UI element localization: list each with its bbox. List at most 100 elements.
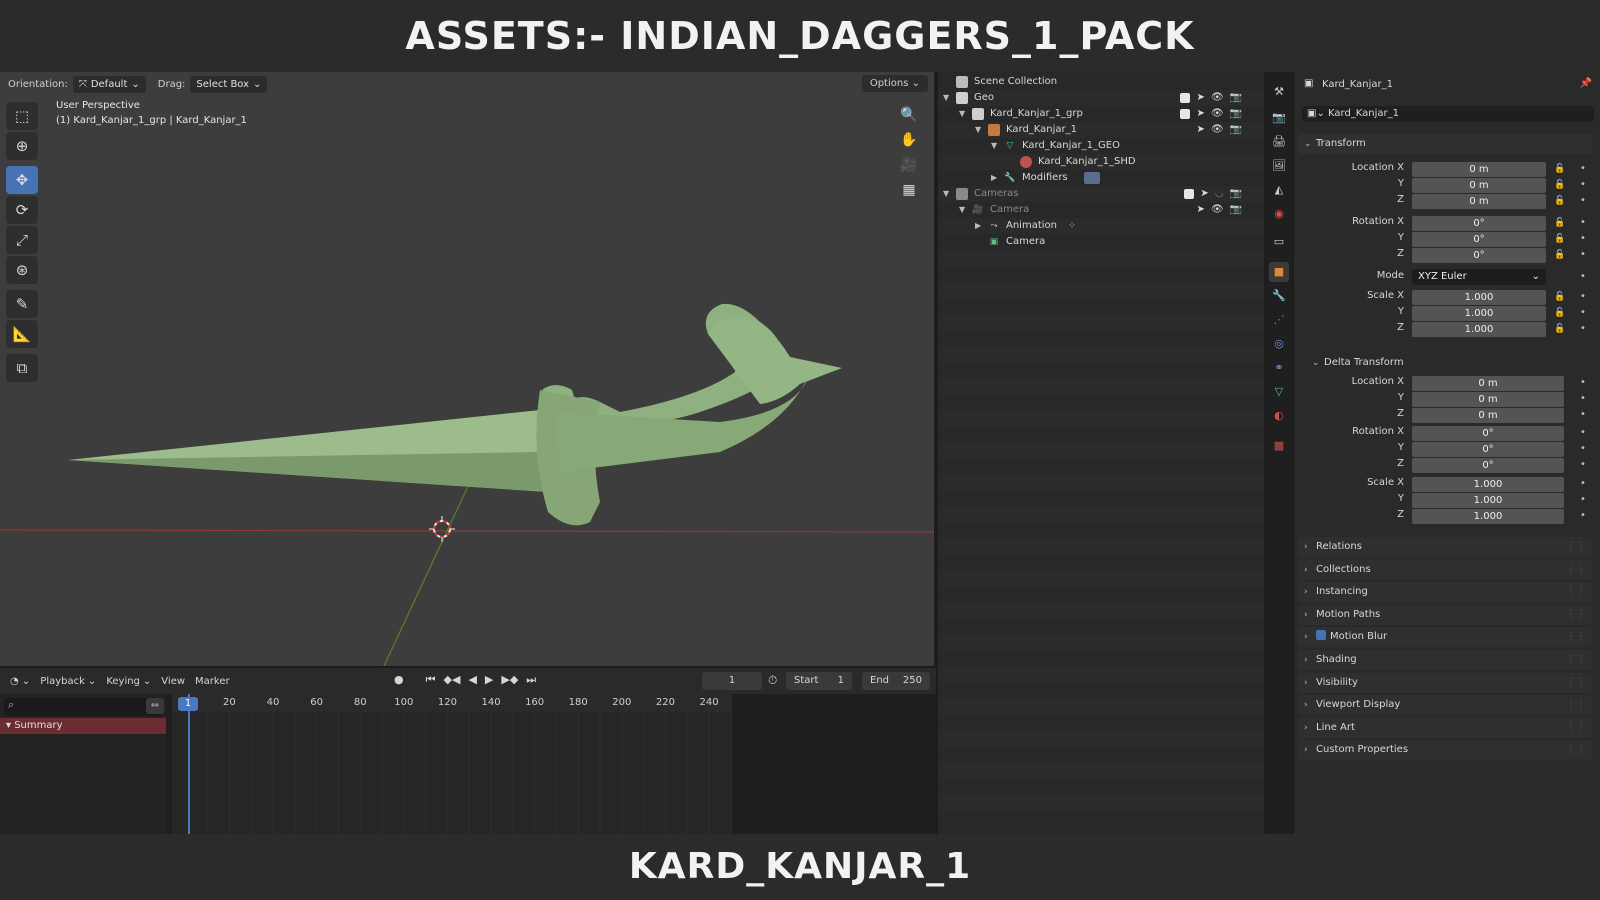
scale-z-field[interactable]: 1.000 bbox=[1412, 322, 1546, 337]
keyframe-dot-icon[interactable]: • bbox=[1580, 443, 1586, 454]
delta-transform-header[interactable]: ⌄ Delta Transform bbox=[1308, 354, 1592, 372]
object-name-field[interactable]: ▣⌄ Kard_Kanjar_1 bbox=[1302, 106, 1594, 122]
collection-tab-icon[interactable]: ▭ bbox=[1269, 232, 1289, 252]
motion-blur-checkbox[interactable] bbox=[1316, 630, 1326, 641]
delta-scale-z-field[interactable]: 1.000 bbox=[1412, 509, 1564, 524]
lock-icon[interactable]: 🔓 bbox=[1554, 234, 1565, 244]
data-tab-icon[interactable]: ▽ bbox=[1269, 382, 1289, 402]
measure-icon[interactable]: 📐 bbox=[6, 320, 38, 348]
material-tab-icon[interactable]: ◐ bbox=[1269, 406, 1289, 426]
keyframe-dot-icon[interactable]: • bbox=[1580, 233, 1586, 244]
current-frame-field[interactable]: 1 bbox=[702, 672, 762, 690]
drag-handle-icon[interactable]: ⋮⋮ bbox=[1566, 718, 1586, 738]
render-tab-icon[interactable]: 📷 bbox=[1269, 108, 1289, 128]
location-z-field[interactable]: 0 m bbox=[1412, 194, 1546, 209]
3d-viewport[interactable]: Orientation: ⤧ Default ⌄ Drag: Select Box ⌄… bbox=[0, 72, 936, 666]
select-arrow-icon[interactable]: ➤ bbox=[1196, 90, 1204, 106]
lock-icon[interactable]: 🔓 bbox=[1554, 292, 1565, 302]
drag-handle-icon[interactable]: ⋮⋮ bbox=[1566, 695, 1586, 715]
lock-icon[interactable]: 🔓 bbox=[1554, 324, 1565, 334]
output-tab-icon[interactable]: 🖨 bbox=[1269, 132, 1289, 152]
drag-handle-icon[interactable]: ⋮⋮ bbox=[1566, 605, 1586, 625]
delta-location-z-field[interactable]: 0 m bbox=[1412, 408, 1564, 423]
select-arrow-icon[interactable]: ➤ bbox=[1196, 122, 1204, 138]
view-menu[interactable]: View bbox=[161, 676, 185, 687]
outliner-row-geo[interactable]: ▼ Geo ➤ 👁 📷 bbox=[938, 90, 1264, 106]
prev-keyframe-icon[interactable]: ◆◀ bbox=[444, 673, 461, 687]
scene-tab-icon[interactable]: ◭ bbox=[1269, 180, 1289, 200]
eye-icon[interactable]: 👁 bbox=[1211, 122, 1224, 138]
keyframe-dot-icon[interactable]: • bbox=[1580, 323, 1586, 334]
transform-panel-header[interactable]: ⌄ Transform bbox=[1298, 134, 1592, 154]
record-icon[interactable]: ● bbox=[394, 673, 404, 687]
particles-tab-icon[interactable]: ⋰ bbox=[1269, 310, 1289, 330]
keyframe-dot-icon[interactable]: • bbox=[1580, 195, 1586, 206]
zoom-icon[interactable]: 🔍 bbox=[898, 104, 920, 126]
keyframe-dot-icon[interactable]: • bbox=[1580, 179, 1586, 190]
outliner-row-modifiers[interactable]: ▶ 🔧 Modifiers bbox=[938, 170, 1264, 186]
keyframe-dot-icon[interactable]: • bbox=[1580, 427, 1586, 438]
outliner-row-camera-data[interactable]: ▣ Camera bbox=[938, 234, 1264, 250]
delta-location-y-field[interactable]: 0 m bbox=[1412, 392, 1564, 407]
lock-icon[interactable]: 🔓 bbox=[1554, 164, 1565, 174]
options-dropdown[interactable]: Options ⌄ bbox=[861, 75, 928, 92]
keyframe-dot-icon[interactable]: • bbox=[1580, 271, 1586, 282]
render-camera-icon[interactable]: 📷 bbox=[1230, 122, 1242, 138]
location-y-field[interactable]: 0 m bbox=[1412, 178, 1546, 193]
frame-ruler[interactable]: 20 40 60 80 100 120 140 160 180 200 220 240 bbox=[172, 694, 732, 712]
keyframe-dot-icon[interactable]: • bbox=[1580, 510, 1586, 521]
drag-handle-icon[interactable]: ⋮⋮ bbox=[1566, 537, 1586, 557]
render-camera-icon[interactable]: 📷 bbox=[1230, 106, 1242, 122]
orientation-dropdown[interactable]: ⤧ Default ⌄ bbox=[72, 75, 146, 93]
scale-x-field[interactable]: 1.000 bbox=[1412, 290, 1546, 305]
delta-rotation-x-field[interactable]: 0° bbox=[1412, 426, 1564, 441]
stopwatch-icon[interactable]: ⏱ bbox=[768, 673, 777, 688]
play-reverse-icon[interactable]: ◀ bbox=[468, 673, 476, 687]
move-icon[interactable]: ✥ bbox=[6, 166, 38, 194]
channel-search-input[interactable]: ⌕ ⇔ bbox=[4, 698, 164, 716]
tool-tab-icon[interactable]: ⚒ bbox=[1269, 82, 1289, 102]
delta-scale-x-field[interactable]: 1.000 bbox=[1412, 477, 1564, 492]
keyframe-dot-icon[interactable]: • bbox=[1580, 393, 1586, 404]
drag-handle-icon[interactable]: ⋮⋮ bbox=[1566, 582, 1586, 602]
object-tab-icon[interactable]: ■ bbox=[1269, 262, 1289, 282]
panel-custom-properties[interactable]: › Custom Properties ⋮⋮ bbox=[1298, 740, 1592, 761]
panel-shading[interactable]: › Shading ⋮⋮ bbox=[1298, 650, 1592, 670]
texture-tab-icon[interactable]: ▩ bbox=[1269, 436, 1289, 456]
select-arrow-icon[interactable]: ➤ bbox=[1200, 186, 1208, 202]
scale-y-field[interactable]: 1.000 bbox=[1412, 306, 1546, 321]
grid-view-icon[interactable]: ▦ bbox=[898, 179, 920, 201]
checkbox-icon[interactable] bbox=[1180, 109, 1191, 119]
rotation-y-field[interactable]: 0° bbox=[1412, 232, 1546, 247]
next-keyframe-icon[interactable]: ▶◆ bbox=[501, 673, 518, 687]
lock-icon[interactable]: 🔓 bbox=[1554, 180, 1565, 190]
playhead[interactable] bbox=[188, 694, 190, 834]
playhead-label[interactable]: 1 bbox=[178, 697, 198, 711]
end-frame-field[interactable]: End 250 bbox=[862, 672, 930, 690]
panel-relations[interactable]: › Relations ⋮⋮ bbox=[1298, 537, 1592, 557]
pan-hand-icon[interactable]: ✋ bbox=[898, 129, 920, 151]
drag-handle-icon[interactable]: ⋮⋮ bbox=[1566, 627, 1586, 647]
3d-cursor-icon[interactable] bbox=[429, 516, 455, 542]
editor-type-icon[interactable]: ◔ ⌄ bbox=[10, 676, 30, 687]
timeline-area[interactable]: 20 40 60 80 100 120 140 160 180 200 220 240 bbox=[172, 694, 732, 834]
pin-icon[interactable]: 📌 bbox=[1580, 78, 1592, 89]
panel-motion-paths[interactable]: › Motion Paths ⋮⋮ bbox=[1298, 604, 1592, 625]
panel-collections[interactable]: › Collections ⋮⋮ bbox=[1298, 559, 1592, 580]
render-camera-icon[interactable]: 📷 bbox=[1230, 186, 1242, 202]
checkbox-icon[interactable] bbox=[1180, 93, 1191, 103]
panel-instancing[interactable]: › Instancing ⋮⋮ bbox=[1298, 582, 1592, 603]
keyframe-dot-icon[interactable]: • bbox=[1580, 494, 1586, 505]
annotate-icon[interactable]: ✎ bbox=[6, 290, 38, 318]
select-arrow-icon[interactable]: ➤ bbox=[1196, 202, 1204, 218]
drag-handle-icon[interactable]: ⋮⋮ bbox=[1566, 740, 1586, 760]
rotate-icon[interactable]: ⟳ bbox=[6, 196, 38, 224]
select-box-icon[interactable]: ⬚ bbox=[6, 102, 38, 130]
keyframe-dot-icon[interactable]: • bbox=[1580, 291, 1586, 302]
lock-icon[interactable]: 🔓 bbox=[1554, 196, 1565, 206]
panel-visibility[interactable]: › Visibility ⋮⋮ bbox=[1298, 672, 1592, 693]
render-camera-icon[interactable]: 📷 bbox=[1230, 202, 1242, 218]
eye-hidden-icon[interactable]: ◡ bbox=[1215, 186, 1224, 202]
keyframe-dot-icon[interactable]: • bbox=[1580, 217, 1586, 228]
delta-rotation-z-field[interactable]: 0° bbox=[1412, 458, 1564, 473]
